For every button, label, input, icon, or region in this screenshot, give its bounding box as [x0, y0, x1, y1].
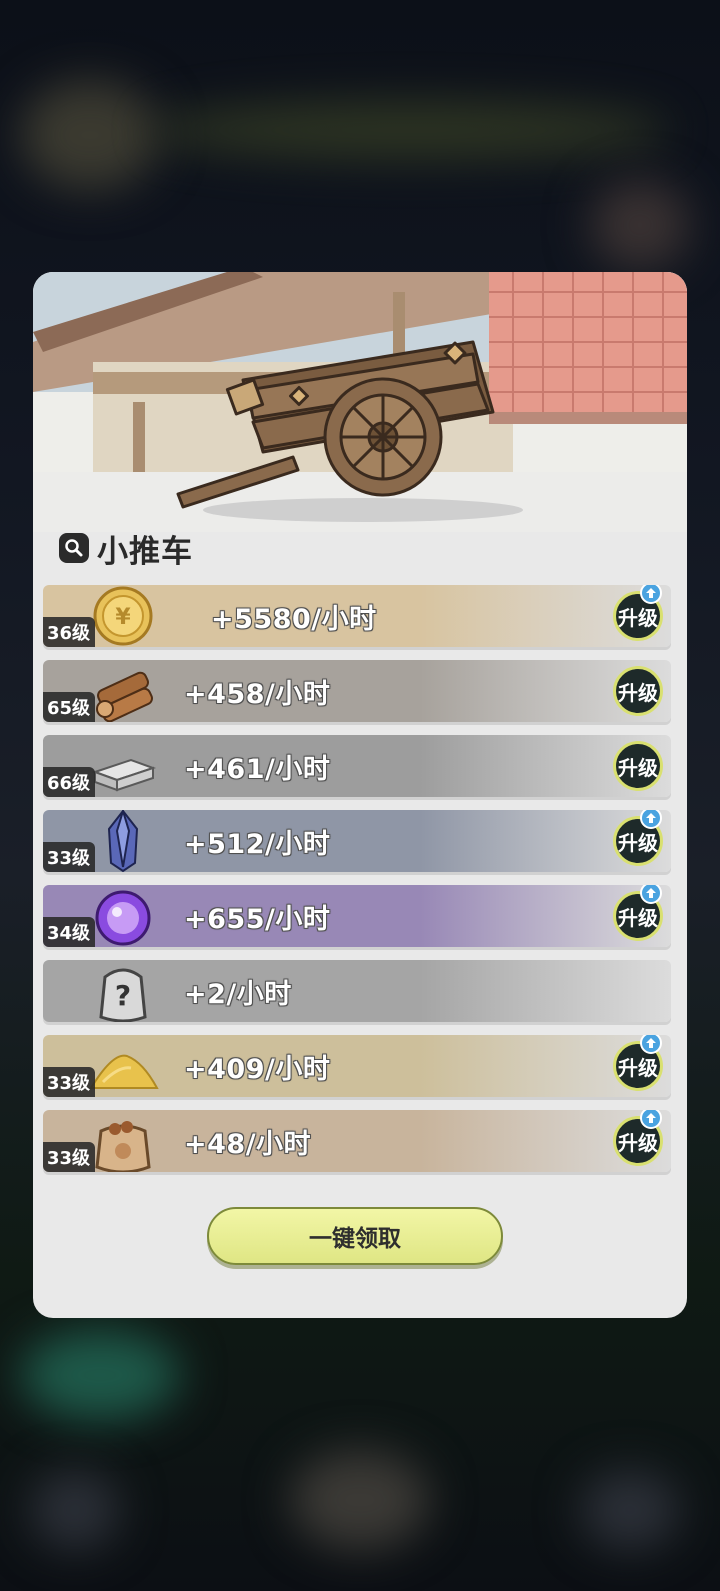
upgrade-button[interactable]: 升级: [613, 666, 663, 716]
production-rate: +5580/小时: [211, 604, 377, 635]
production-rate: +409/小时: [184, 1054, 331, 1085]
title-bar: 小推车: [59, 526, 193, 570]
resource-row-purple-orb: 34级 +655/小时 升级: [43, 885, 671, 947]
cart-illustration: [33, 272, 687, 532]
level-badge: 33级: [43, 1142, 96, 1172]
level-badge: 36级: [43, 617, 96, 647]
collect-all-button[interactable]: 一键领取: [207, 1207, 503, 1265]
upgrade-button[interactable]: 升级: [613, 741, 663, 791]
production-rate: +512/小时: [184, 829, 331, 860]
resource-row-sand: 33级 +409/小时 升级: [43, 1035, 671, 1097]
level-badge: 33级: [43, 842, 96, 872]
resource-list: ¥36级 +5580/小时 升级 65级 +458/小时 升级 66级 +461/小时 升级 33…: [43, 585, 677, 1185]
level-badge: 34级: [43, 917, 96, 947]
production-rate: +48/小时: [184, 1129, 312, 1160]
level-badge: 66级: [43, 767, 96, 797]
production-rate: +461/小时: [184, 754, 331, 785]
unknown-bag-icon: ?: [83, 960, 163, 1022]
svg-text:?: ?: [115, 979, 131, 1012]
production-rate: +2/小时: [184, 979, 292, 1010]
level-badge: 65级: [43, 692, 96, 722]
cart-modal: 小推车 ¥36级 +5580/小时 升级 65级 +458/小时 升级 66级 +461/小时…: [33, 272, 687, 1318]
resource-row-wood: 65级 +458/小时 升级: [43, 660, 671, 722]
production-rate: +655/小时: [184, 904, 331, 935]
production-rate: +458/小时: [184, 679, 331, 710]
search-button[interactable]: [59, 533, 89, 563]
resource-row-gold-coin: ¥36级 +5580/小时 升级: [43, 585, 671, 647]
search-icon: [65, 539, 83, 557]
svg-text:¥: ¥: [115, 605, 131, 630]
page-title: 小推车: [97, 533, 193, 570]
resource-row-crystal: 33级 +512/小时 升级: [43, 810, 671, 872]
resource-row-food-bag: 33级 +48/小时 升级: [43, 1110, 671, 1172]
level-badge: 33级: [43, 1067, 96, 1097]
resource-row-unknown-bag: ? +2/小时: [43, 960, 671, 1022]
resource-row-iron: 66级 +461/小时 升级: [43, 735, 671, 797]
